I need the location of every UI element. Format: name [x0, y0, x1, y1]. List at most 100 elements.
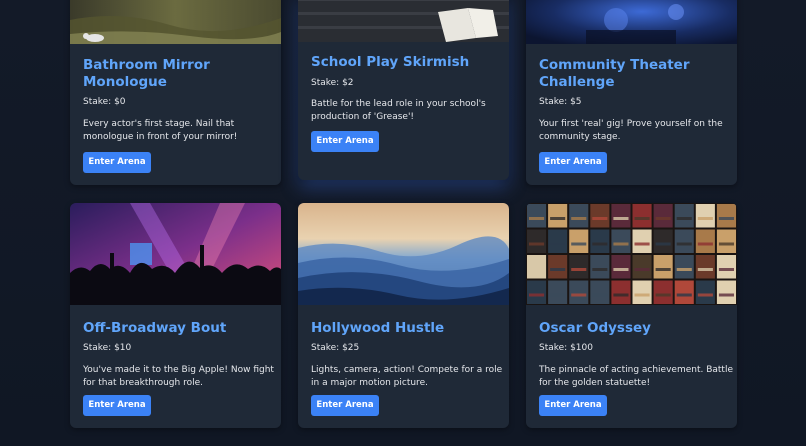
enter-arena-button[interactable]: Enter Arena	[83, 395, 151, 416]
poster-tile	[611, 229, 631, 253]
poster-tile-band	[529, 217, 545, 220]
arena-desc-line1: Your first 'real' gig! Prove yourself on…	[539, 119, 723, 129]
poster-tile	[569, 255, 589, 279]
poster-tile-band	[550, 242, 566, 246]
enter-arena-button[interactable]: Enter Arena	[539, 395, 607, 416]
poster-tile-band	[676, 268, 692, 271]
enter-arena-button[interactable]: Enter Arena	[311, 131, 379, 152]
poster-tile	[590, 255, 610, 279]
poster-tile	[653, 204, 673, 228]
arena-desc-line2: in a major motion picture.	[311, 378, 428, 388]
arena-title-line2: Monologue	[83, 74, 167, 90]
arena-grid-page: Bathroom Mirror Monologue Stake: $0 Ever…	[0, 0, 806, 446]
poster-tile	[674, 204, 694, 228]
poster-tile	[653, 280, 673, 304]
arena-title-line1: Bathroom Mirror	[83, 57, 210, 73]
arena-desc-line2: for the golden statuette!	[539, 378, 651, 388]
poster-tile	[632, 229, 652, 253]
arena-stake: Stake: $25	[311, 343, 360, 353]
poster-tile	[674, 280, 694, 304]
poster-tile-band	[613, 293, 629, 297]
poster-tile-band	[655, 293, 671, 297]
poster-tile	[590, 204, 610, 228]
poster-tile	[548, 255, 568, 279]
poster-tile	[716, 255, 736, 279]
arena-desc-line1: Lights, camera, action! Compete for a ro…	[311, 365, 503, 375]
arena-image-blue-mountains	[298, 203, 509, 305]
poster-tile-band	[634, 217, 650, 220]
poster-tile-band	[529, 242, 545, 246]
poster-tile	[716, 280, 736, 304]
poster-tile-band	[550, 293, 566, 297]
poster-tile-band	[718, 268, 734, 271]
poster-tile	[527, 280, 547, 304]
arena-card-oscar: Oscar Odyssey Stake: $100 The pinnacle o…	[526, 203, 737, 428]
poster-tile	[695, 280, 715, 304]
poster-tile	[590, 229, 610, 253]
arena-image-concert-crowd	[70, 203, 281, 305]
poster-tile-band	[718, 217, 734, 220]
arena-stake: Stake: $100	[539, 343, 593, 353]
poster-tile	[674, 229, 694, 253]
poster-tile-band	[592, 217, 608, 220]
poster-tile	[695, 255, 715, 279]
arena-image-script-desk	[298, 0, 509, 42]
arena-stake: Stake: $5	[539, 97, 582, 107]
poster-tile	[548, 229, 568, 253]
poster-tile	[653, 229, 673, 253]
arena-desc-line1: Battle for the lead role in your school'…	[311, 99, 486, 109]
poster-tile-band	[655, 268, 671, 271]
arena-desc-line1: Every actor's first stage. Nail that	[83, 119, 235, 129]
poster-tile-band	[697, 293, 713, 297]
poster-tile	[695, 229, 715, 253]
poster-tile-band	[718, 293, 734, 297]
poster-tile	[548, 280, 568, 304]
arena-image-movie-posters	[526, 203, 737, 305]
arena-card-hollywood: Hollywood Hustle Stake: $25 Lights, came…	[298, 203, 509, 428]
enter-arena-button[interactable]: Enter Arena	[311, 395, 379, 416]
poster-tile	[632, 280, 652, 304]
poster-tile	[716, 204, 736, 228]
poster-tile-band	[655, 217, 671, 220]
poster-tile	[632, 255, 652, 279]
poster-tile-band	[634, 268, 650, 271]
arena-title-line1: Off-Broadway Bout	[83, 320, 227, 336]
poster-tile-band	[592, 293, 608, 297]
arena-stake: Stake: $10	[83, 343, 132, 353]
arena-desc-line2: monologue in front of your mirror!	[83, 132, 238, 142]
poster-tile-band	[550, 268, 566, 271]
poster-tile	[527, 255, 547, 279]
poster-tile	[632, 204, 652, 228]
poster-tile-band	[697, 268, 713, 271]
poster-tile-band	[550, 217, 566, 220]
poster-tile	[611, 280, 631, 304]
poster-tile-band	[676, 217, 692, 220]
poster-tile	[548, 204, 568, 228]
arena-stake: Stake: $0	[83, 97, 126, 107]
poster-tile-band	[571, 293, 587, 297]
poster-tile-band	[529, 268, 545, 271]
poster-tile-band	[592, 242, 608, 246]
poster-tile	[653, 255, 673, 279]
poster-tile-band	[613, 242, 629, 246]
poster-tile-band	[697, 242, 713, 246]
poster-tile-band	[718, 242, 734, 246]
poster-tile-band	[571, 268, 587, 271]
poster-tile-band	[529, 293, 545, 297]
poster-tile	[674, 255, 694, 279]
poster-tile-band	[634, 242, 650, 246]
poster-tile-band	[571, 217, 587, 220]
poster-tile-band	[571, 242, 587, 246]
arena-title-line1: Hollywood Hustle	[311, 320, 445, 336]
arena-card-bathroom-mirror: Bathroom Mirror Monologue Stake: $0 Ever…	[70, 0, 281, 185]
poster-tile-band	[592, 268, 608, 271]
arena-stake: Stake: $2	[311, 78, 354, 88]
arena-desc-line1: You've made it to the Big Apple! Now fig…	[83, 365, 274, 375]
enter-arena-button[interactable]: Enter Arena	[539, 152, 607, 173]
poster-tile	[611, 204, 631, 228]
arena-desc-line2: for that breakthrough role.	[83, 378, 203, 388]
poster-tile	[611, 255, 631, 279]
poster-tile-band	[676, 293, 692, 297]
enter-arena-button[interactable]: Enter Arena	[83, 152, 151, 173]
poster-tile	[695, 204, 715, 228]
